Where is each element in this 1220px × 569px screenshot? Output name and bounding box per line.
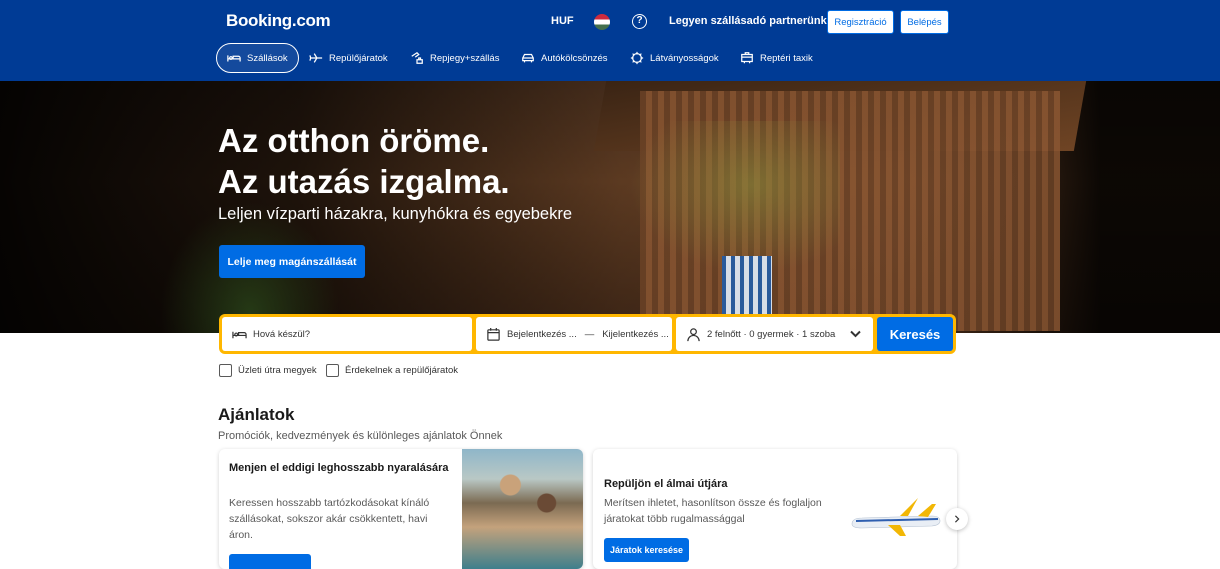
offers-title: Ajánlatok [218,405,295,424]
taxi-icon [741,52,753,64]
nav-tab-label: Látványosságok [650,52,719,64]
guests-selector[interactable]: 2 felnőtt · 0 gyermek · 1 szoba [676,317,873,351]
partner-link[interactable]: Legyen szállásadó partnerünk [669,15,827,27]
nav-tab-label: Reptéri taxik [760,52,813,64]
search-button[interactable]: Keresés [877,317,953,351]
nav-tab-label: Repjegy+szállás [430,52,500,64]
attractions-icon [630,51,644,65]
checkbox-box[interactable] [219,364,232,377]
date-separator: — [584,328,595,340]
bed-icon [232,331,247,338]
hero-subtitle: Leljen vízparti házakra, kunyhókra és eg… [218,205,573,223]
offer-card-button[interactable] [229,554,311,569]
checkbox-box[interactable] [326,364,339,377]
offer-card-flights[interactable]: Repüljön el álmai útjára Merítsen ihlete… [593,449,957,569]
nav-tab-airport-taxis[interactable]: Reptéri taxik [730,43,823,73]
guests-label: 2 felnőtt · 0 gyermek · 1 szoba [707,328,836,340]
nav-tab-attractions[interactable]: Látványosságok [620,43,729,73]
hero-title-line2: Az utazás izgalma. [218,163,510,200]
nav-tab-label: Szállások [247,52,288,64]
nav-tab-flights[interactable]: Repülőjáratok [299,43,398,73]
airplane-illustration-icon [851,498,941,536]
offer-card-text: Keressen hosszabb tartózkodásokat kínáló… [229,497,430,541]
currency-selector[interactable]: HUF [551,15,574,27]
calendar-icon [487,327,500,341]
flight-hotel-icon [411,51,423,64]
nav-tab-car-rental[interactable]: Autókölcsönzés [511,43,618,73]
plane-icon [309,53,323,63]
nav-tab-stays[interactable]: Szállások [216,43,299,73]
search-flights-button[interactable]: Járatok keresése [604,538,689,562]
find-private-stay-button[interactable]: Lelje meg magánszállását [219,245,365,278]
hero-banner [0,81,1220,333]
flights-interest-checkbox[interactable]: Érdekelnek a repülőjáratok [326,364,458,377]
date-picker[interactable]: Bejelentkezés ... — Kijelentkezés ... [476,317,672,351]
checkin-label: Bejelentkezés ... [507,328,577,340]
business-trip-checkbox[interactable]: Üzleti útra megyek [219,364,317,377]
bed-icon [227,55,241,62]
login-button[interactable]: Belépés [900,10,949,34]
offers-subtitle: Promóciók, kedvezmények és különleges aj… [218,430,503,442]
destination-placeholder: Hová készül? [253,328,311,340]
nav-tab-label: Autókölcsönzés [541,52,608,64]
checkbox-label: Érdekelnek a repülőjáratok [345,365,459,376]
nav-tab-label: Repülőjáratok [329,52,388,64]
checkbox-label: Üzleti útra megyek [238,365,317,376]
checkout-label: Kijelentkezés ... [602,328,669,340]
booking-logo[interactable]: Booking.com [226,11,331,31]
register-button[interactable]: Regisztráció [827,10,894,34]
offer-card-text: Merítsen ihletet, hasonlítson össze és f… [604,497,822,525]
question-circle-icon[interactable]: ? [632,14,647,29]
offer-card-title: Menjen el eddigi leghosszabb nyaralására [229,462,449,474]
hungary-flag-icon[interactable] [594,14,610,30]
destination-input[interactable]: Hová készül? [222,317,472,351]
car-icon [522,53,534,63]
hero-title: Az otthon öröme. Az utazás izgalma. [218,120,510,202]
offer-card-long-stays[interactable]: Menjen el eddigi leghosszabb nyaralására… [219,449,583,569]
offer-card-title: Repüljön el álmai útjára [604,478,728,490]
hero-title-line1: Az otthon öröme. [218,122,490,159]
chevron-right-icon [954,515,960,523]
chevron-down-icon [850,330,861,337]
carousel-next-button[interactable] [946,508,968,530]
nav-tab-flight-hotel[interactable]: Repjegy+szállás [400,43,509,73]
person-icon [687,327,700,341]
offer-card-image [462,449,583,569]
